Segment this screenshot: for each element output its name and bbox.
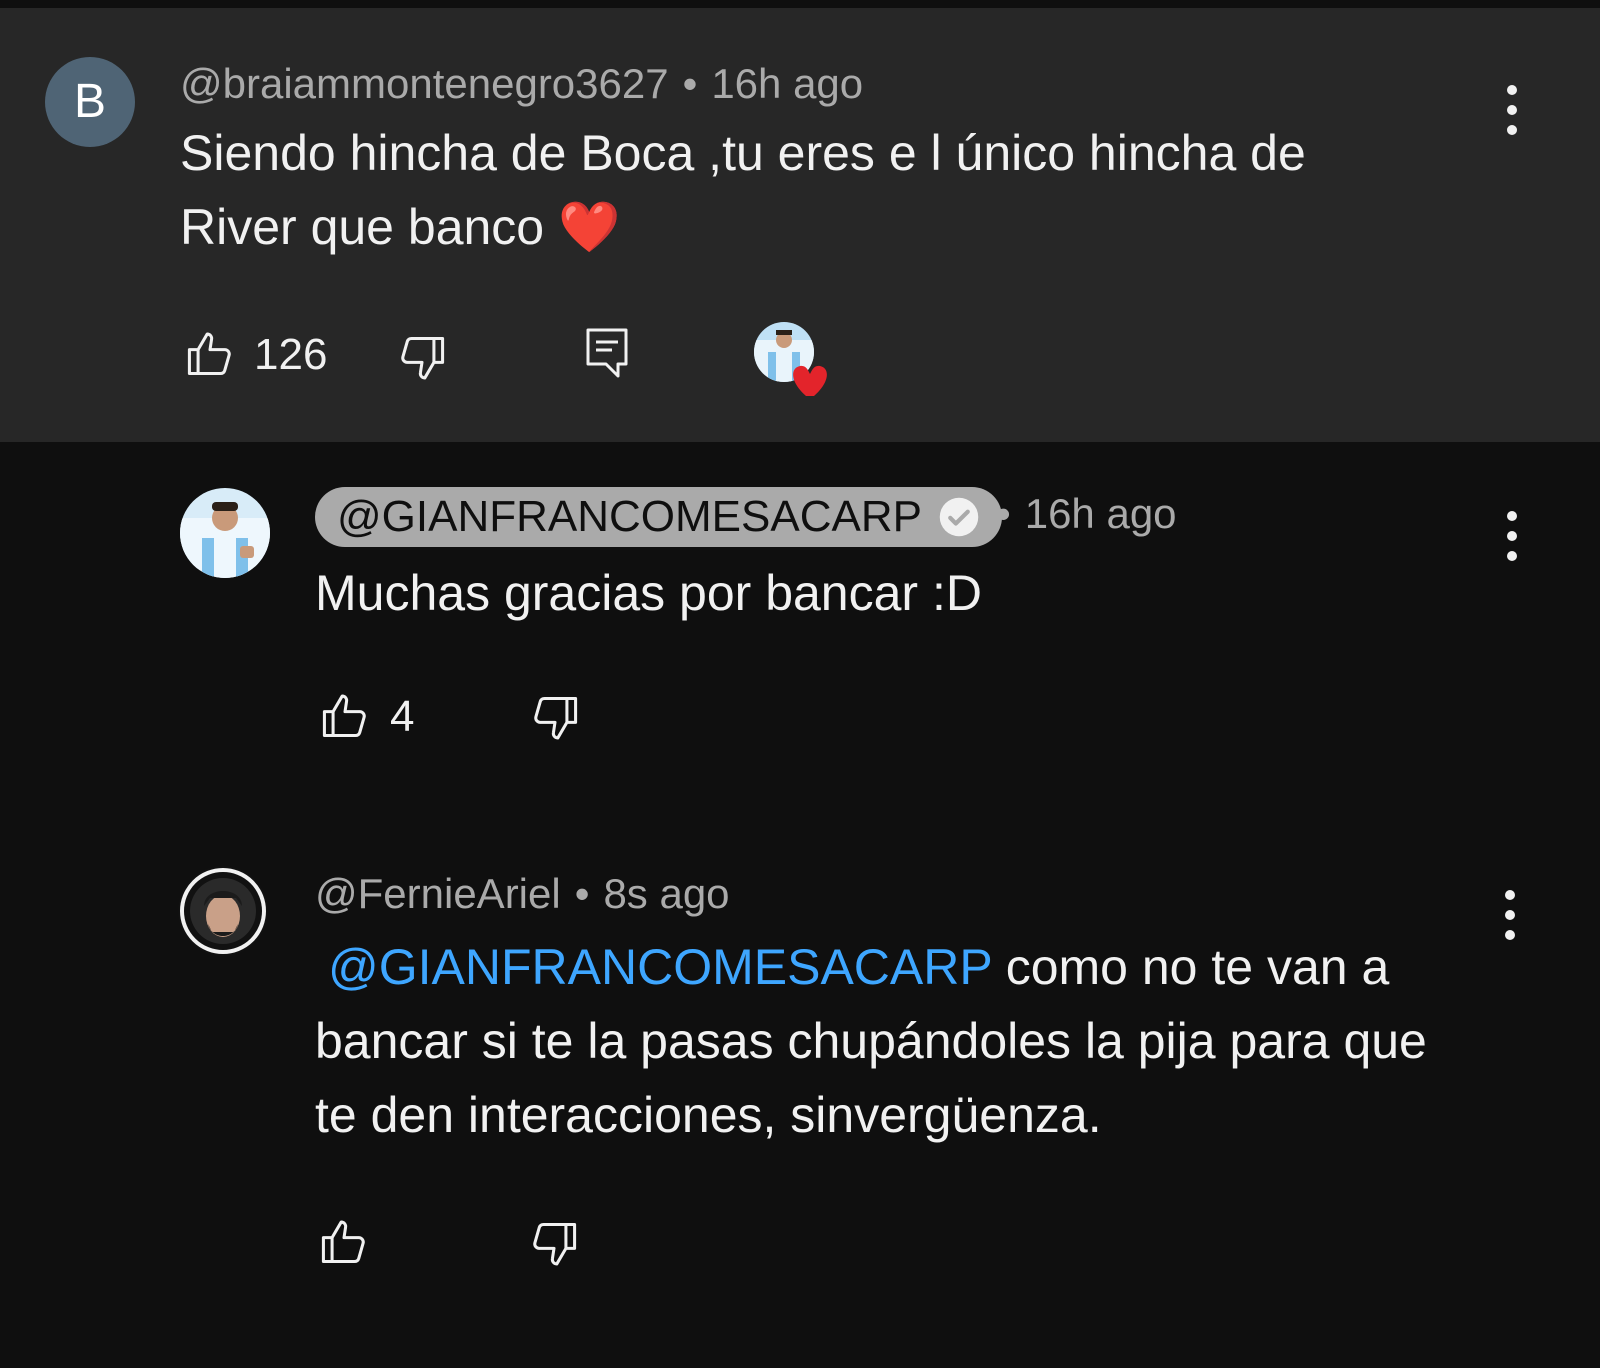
avatar[interactable]: B <box>45 57 135 147</box>
highlighted-comment: B @braiammontenegro3627 • 16h ago Siendo h… <box>0 8 1600 442</box>
meta-separator: • <box>682 60 698 107</box>
thumb-up-icon[interactable] <box>184 328 236 380</box>
comment-text: Muchas gracias por bancar :D <box>315 565 982 621</box>
creator-name-badge[interactable]: @GIANFRANCOMESACARP <box>315 487 1002 547</box>
comment-meta: • 16h ago <box>996 490 1177 538</box>
comment-text: @GIANFRANCOMESACARP como no te van a ban… <box>315 930 1455 1152</box>
mention-link[interactable]: @GIANFRANCOMESACARP <box>328 939 992 995</box>
avatar[interactable] <box>180 488 270 578</box>
creator-avatar-image <box>180 488 270 578</box>
more-vert-icon[interactable] <box>1495 885 1525 945</box>
thumb-up-icon[interactable] <box>319 690 371 742</box>
top-edge <box>0 0 1600 8</box>
thumb-down-icon[interactable] <box>396 332 448 384</box>
author-name[interactable]: @braiammontenegro3627 <box>180 60 669 107</box>
avatar[interactable] <box>178 866 268 956</box>
comment-meta: @braiammontenegro3627 • 16h ago <box>180 60 863 108</box>
author-name[interactable]: @FernieAriel <box>315 870 561 917</box>
user-avatar-image <box>178 866 268 956</box>
verified-check-icon <box>939 497 979 537</box>
timestamp[interactable]: 16h ago <box>711 60 863 107</box>
thumb-down-icon[interactable] <box>528 1218 580 1270</box>
like-count: 4 <box>390 692 415 741</box>
creator-heart-icon <box>754 322 827 396</box>
more-vert-icon[interactable] <box>1497 80 1527 140</box>
thumb-down-icon[interactable] <box>529 692 581 744</box>
more-vert-icon[interactable] <box>1497 506 1527 566</box>
meta-separator: • <box>574 870 590 917</box>
comment-meta: @FernieAriel • 8s ago <box>315 870 730 918</box>
timestamp[interactable]: 8s ago <box>603 870 729 917</box>
author-name: @GIANFRANCOMESACARP <box>337 492 922 541</box>
like-count: 126 <box>254 330 328 379</box>
thumb-up-icon[interactable] <box>318 1216 370 1268</box>
timestamp[interactable]: 16h ago <box>1025 490 1177 537</box>
reply-icon[interactable] <box>584 326 632 380</box>
meta-separator: • <box>996 490 1011 537</box>
comment-text: Siendo hincha de Boca ,tu eres e l único… <box>180 125 1306 255</box>
